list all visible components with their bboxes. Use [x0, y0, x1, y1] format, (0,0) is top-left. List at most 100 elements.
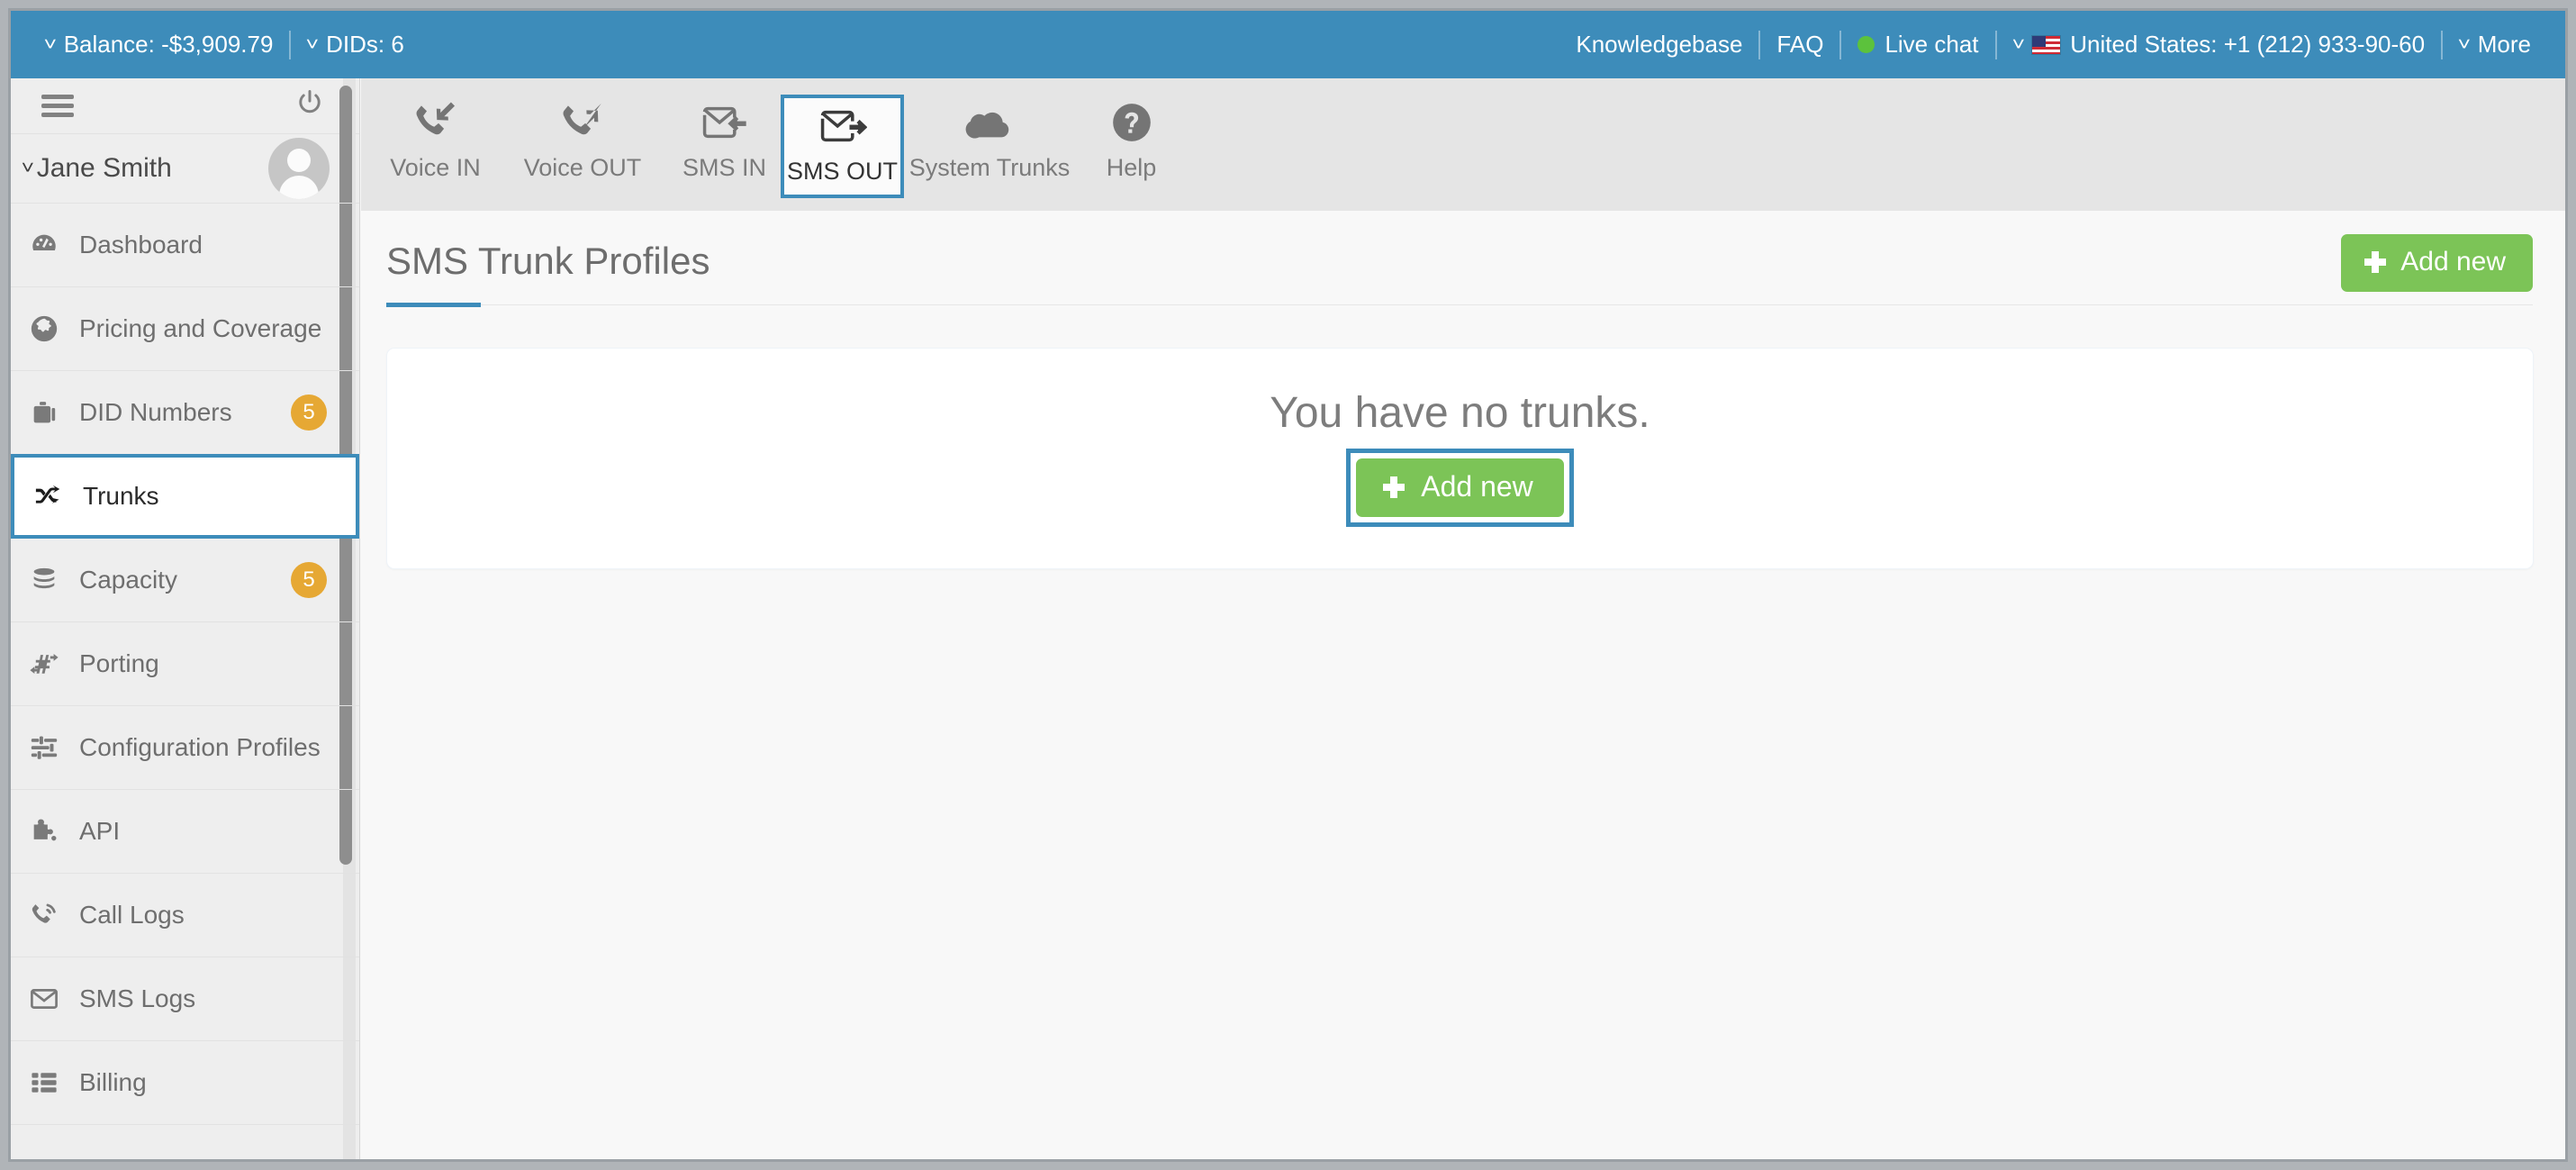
- power-off-icon[interactable]: [294, 88, 325, 123]
- sidebar-item-label: Trunks: [83, 482, 159, 510]
- phone-outgoing-icon: [559, 95, 606, 150]
- sidebar-item-label: Call Logs: [79, 901, 185, 929]
- sidebar-item-label: Porting: [79, 649, 159, 677]
- dids-dropdown[interactable]: ˅ DIDs: 6: [291, 31, 420, 59]
- plus-icon: [2364, 251, 2387, 273]
- topbar-left-group: ˅ Balance: -$3,909.79 ˅ DIDs: 6: [11, 30, 420, 59]
- chevron-down-icon: ˅: [305, 34, 320, 55]
- country-phone-dropdown[interactable]: ˅ United States: +1 (212) 933-90-60: [1997, 31, 2442, 59]
- dashboard-gauge-icon: [29, 230, 79, 260]
- tab-help[interactable]: Help: [1075, 95, 1188, 198]
- empty-state-panel: You have no trunks. Add new: [387, 349, 2533, 568]
- status-badge: 5: [291, 562, 327, 598]
- sidebar: ˅ Jane Smith Dashboard Pricing and Cover…: [11, 78, 360, 1159]
- chevron-down-icon: ˅: [2011, 34, 2025, 55]
- live-chat-label: Live chat: [1885, 31, 1979, 58]
- question-circle-icon: [1109, 95, 1154, 150]
- sidebar-item-capacity[interactable]: Capacity 5: [11, 539, 359, 622]
- tab-sms-out[interactable]: SMS OUT: [781, 95, 904, 198]
- sidebar-item-trunks[interactable]: Trunks: [11, 454, 359, 539]
- tab-voice-out[interactable]: Voice OUT: [497, 95, 668, 198]
- page-header: SMS Trunk Profiles Add new: [386, 234, 2533, 304]
- empty-state-message: You have no trunks.: [1270, 389, 1650, 437]
- sidebar-item-configuration-profiles[interactable]: Configuration Profiles: [11, 706, 359, 790]
- faq-label: FAQ: [1776, 31, 1824, 58]
- envelope-icon: [29, 984, 79, 1014]
- balance-label: Balance: -$3,909.79: [63, 31, 274, 58]
- plus-icon: [1383, 476, 1406, 498]
- globe-icon: [29, 313, 79, 344]
- hash-arrows-icon: [29, 648, 79, 679]
- sidebar-item-dashboard[interactable]: Dashboard: [11, 204, 359, 287]
- envelope-incoming-icon: [700, 95, 749, 150]
- sidebar-item-label: Configuration Profiles: [79, 733, 321, 761]
- tab-label: Help: [1106, 154, 1157, 181]
- puzzle-piece-icon: [29, 816, 79, 847]
- tab-voice-in[interactable]: Voice IN: [374, 95, 497, 198]
- trunk-type-tabbar: Voice IN Voice OUT SMS IN SMS OUT System…: [361, 78, 2565, 211]
- envelope-outgoing-icon: [818, 98, 867, 154]
- divider: [386, 304, 2533, 305]
- database-stack-icon: [29, 565, 79, 595]
- country-phone-label: United States: +1 (212) 933-90-60: [2070, 31, 2426, 58]
- avatar: [268, 138, 330, 199]
- chevron-down-icon: ˅: [21, 159, 35, 178]
- sidebar-user-dropdown[interactable]: ˅ Jane Smith: [11, 134, 359, 204]
- sidebar-item-sms-logs[interactable]: SMS Logs: [11, 957, 359, 1041]
- balance-dropdown[interactable]: ˅ Balance: -$3,909.79: [29, 31, 289, 59]
- chevron-down-icon: ˅: [43, 34, 58, 55]
- tab-label: SMS OUT: [786, 158, 898, 185]
- tab-system-trunks[interactable]: System Trunks: [904, 95, 1075, 198]
- add-new-button-center[interactable]: Add new: [1356, 458, 1564, 517]
- add-new-label: Add new: [2400, 247, 2506, 277]
- dids-label: DIDs: 6: [326, 31, 404, 58]
- sidebar-item-label: Pricing and Coverage: [79, 314, 322, 342]
- more-label: More: [2477, 31, 2531, 58]
- knowledgebase-label: Knowledgebase: [1576, 31, 1743, 58]
- tab-label: SMS IN: [682, 154, 766, 181]
- briefcase-icon: [29, 397, 79, 428]
- main-content: SMS Trunk Profiles Add new You have no t…: [361, 211, 2565, 1159]
- live-chat-button[interactable]: Live chat: [1841, 31, 1994, 59]
- knowledgebase-link[interactable]: Knowledgebase: [1559, 31, 1758, 59]
- browser-window: ˅ Balance: -$3,909.79 ˅ DIDs: 6 Knowledg…: [8, 8, 2568, 1162]
- sliders-icon: [29, 732, 79, 763]
- sidebar-toolbar: [11, 78, 359, 134]
- sidebar-item-api[interactable]: API: [11, 790, 359, 874]
- hamburger-menu-icon[interactable]: [41, 90, 74, 122]
- tab-label: Voice IN: [390, 154, 481, 181]
- add-new-label: Add new: [1421, 470, 1533, 503]
- topbar-right-group: Knowledgebase FAQ Live chat ˅ United Sta…: [1559, 30, 2565, 59]
- sidebar-item-label: API: [79, 817, 121, 845]
- user-name-row: ˅ Jane Smith: [21, 153, 172, 184]
- shuffle-arrows-icon: [32, 480, 83, 512]
- sidebar-item-label: DID Numbers: [79, 398, 232, 426]
- user-name-label: Jane Smith: [36, 153, 172, 183]
- sidebar-item-porting[interactable]: Porting: [11, 622, 359, 706]
- tab-label: System Trunks: [908, 154, 1071, 181]
- us-flag-icon: [2031, 34, 2062, 55]
- sidebar-item-label: Dashboard: [79, 231, 203, 258]
- status-badge: 5: [291, 395, 327, 431]
- sidebar-item-pricing-and-coverage[interactable]: Pricing and Coverage: [11, 287, 359, 371]
- list-grid-icon: [29, 1067, 79, 1098]
- sidebar-item-did-numbers[interactable]: DID Numbers 5: [11, 371, 359, 455]
- top-account-bar: ˅ Balance: -$3,909.79 ˅ DIDs: 6 Knowledg…: [11, 11, 2565, 78]
- add-new-focus-highlight: Add new: [1346, 449, 1574, 527]
- page-title: SMS Trunk Profiles: [386, 240, 710, 282]
- cloud-icon: [964, 95, 1015, 150]
- add-new-button-top[interactable]: Add new: [2341, 234, 2533, 292]
- sidebar-item-label: Capacity: [79, 566, 177, 594]
- sidebar-item-billing[interactable]: Billing: [11, 1041, 359, 1125]
- online-status-dot-icon: [1857, 36, 1876, 53]
- sidebar-item-label: Billing: [79, 1068, 147, 1096]
- tab-label: Voice OUT: [523, 154, 642, 181]
- phone-incoming-icon: [412, 95, 459, 150]
- active-tab-underline: [386, 303, 481, 307]
- more-dropdown[interactable]: ˅ More: [2443, 31, 2547, 59]
- phone-handset-icon: [29, 900, 79, 930]
- chevron-down-icon: ˅: [2457, 34, 2472, 55]
- faq-link[interactable]: FAQ: [1760, 31, 1839, 59]
- sidebar-item-call-logs[interactable]: Call Logs: [11, 874, 359, 957]
- tab-sms-in[interactable]: SMS IN: [668, 95, 781, 198]
